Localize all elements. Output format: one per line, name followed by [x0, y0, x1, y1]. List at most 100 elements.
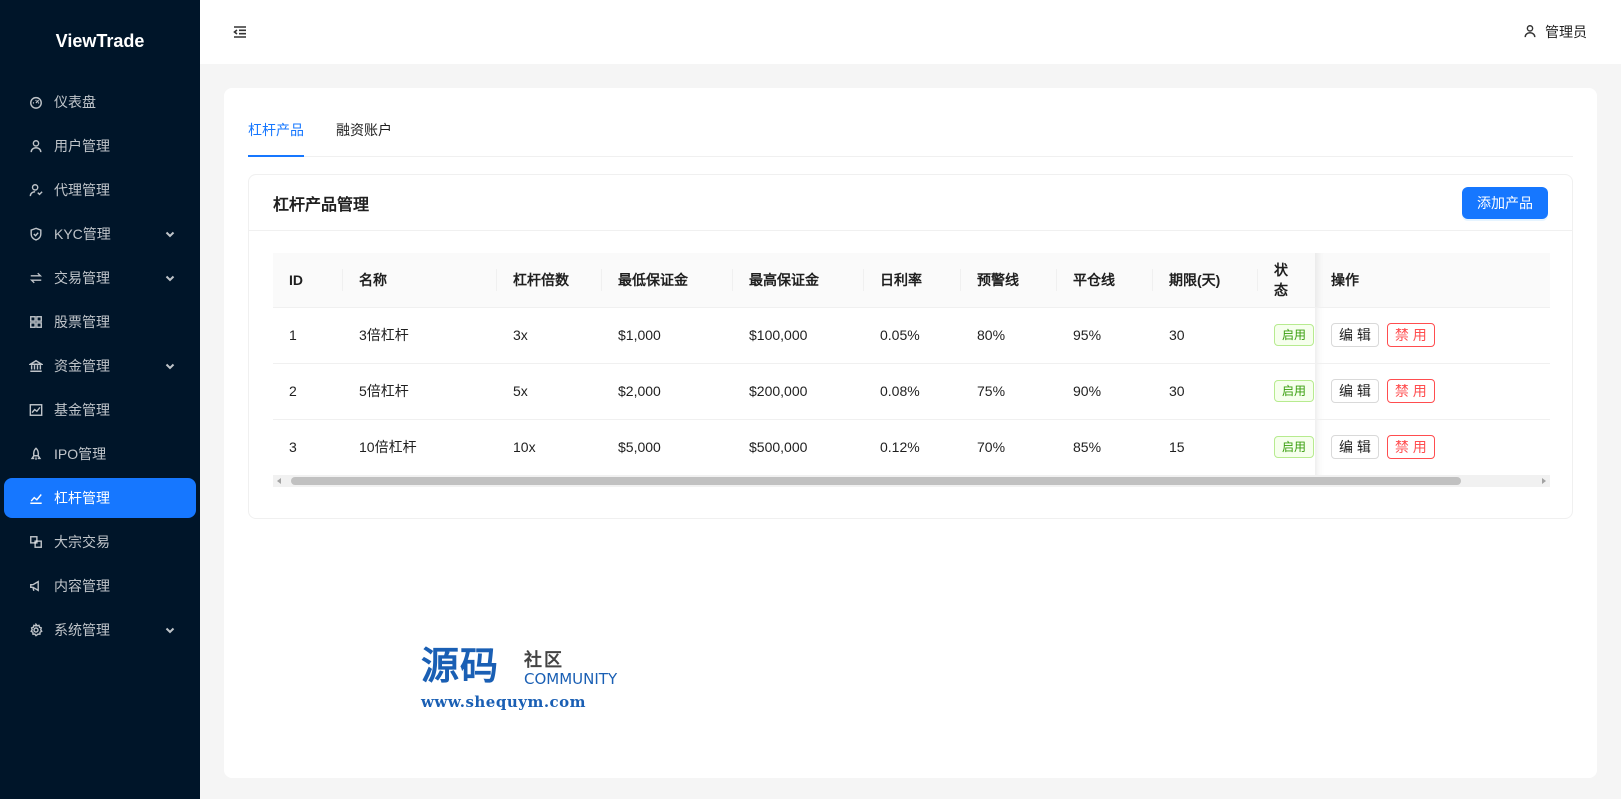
sidebar-item-label: KYC管理: [54, 226, 111, 242]
cell-actions: 编 辑禁 用: [1315, 363, 1550, 420]
sidebar: ViewTrade 仪表盘用户管理代理管理 KYC管理交易管理股票管理资金管理基金…: [0, 0, 200, 799]
cell-liquidation: 95%: [1057, 307, 1153, 364]
status-badge: 启用: [1274, 324, 1315, 346]
sidebar-item-8[interactable]: IPO管理: [4, 434, 196, 474]
leverage-product-card: 杠杆产品管理 添加产品 ID 名称 杠杆倍数 最低保证金 最高保证金 日利率 预警线 平仓线期…: [248, 174, 1573, 519]
edit-button[interactable]: 编 辑: [1331, 323, 1379, 347]
settings-icon: [28, 622, 44, 638]
cell-id: 3: [273, 419, 343, 476]
sidebar-item-12[interactable]: 系统管理: [4, 610, 196, 650]
sidebar-item-label: 资金管理: [54, 358, 110, 374]
sidebar-item-label: 仪表盘: [54, 94, 96, 110]
cell-min-margin: $2,000: [602, 363, 733, 420]
cell-liquidation: 90%: [1057, 363, 1153, 420]
sidebar-item-label: 内容管理: [54, 578, 110, 594]
cell-warning: 75%: [961, 363, 1057, 420]
cell-status: 启用: [1258, 363, 1315, 420]
sidebar-item-label: 大宗交易: [54, 534, 110, 550]
cell-term: 30: [1153, 363, 1258, 420]
column-header: 最高保证金: [733, 253, 864, 308]
edit-button[interactable]: 编 辑: [1331, 379, 1379, 403]
disable-button[interactable]: 禁 用: [1386, 323, 1435, 347]
watermark-big-text: 源码: [421, 643, 500, 688]
cell-min-margin: $1,000: [602, 307, 733, 364]
rocket-icon: [28, 446, 44, 462]
cell-name: 5倍杠杆: [343, 363, 497, 420]
status-badge: 启用: [1274, 436, 1315, 458]
sidebar-item-label: 交易管理: [54, 270, 110, 286]
sidebar-item-label: 基金管理: [54, 402, 110, 418]
sidebar-item-4[interactable]: 交易管理: [4, 258, 196, 298]
add-product-button[interactable]: 添加产品: [1462, 186, 1548, 219]
dashboard-icon: [28, 94, 44, 110]
sidebar-item-3[interactable]: KYC管理: [4, 214, 196, 254]
edit-button[interactable]: 编 辑: [1331, 435, 1379, 459]
grid-icon: [28, 314, 44, 330]
cell-leverage: 10x: [497, 419, 602, 476]
menu-fold-icon[interactable]: [232, 23, 250, 41]
column-header: 杠杆倍数: [497, 253, 602, 308]
sidebar-item-0[interactable]: 仪表盘: [4, 82, 196, 122]
user-menu[interactable]: 管理员: [1523, 22, 1587, 42]
sidebar-item-1[interactable]: 用户管理: [4, 126, 196, 166]
sidebar-item-11[interactable]: 内容管理: [4, 566, 196, 606]
cell-id: 2: [273, 363, 343, 420]
cell-warning: 80%: [961, 307, 1057, 364]
cell-daily-rate: 0.05%: [864, 307, 961, 364]
user-icon: [28, 138, 44, 154]
cell-term: 15: [1153, 419, 1258, 476]
cell-status: 启用: [1258, 419, 1315, 476]
scroll-left-icon[interactable]: [277, 478, 281, 484]
tab-margin-accounts[interactable]: 融资账户: [336, 120, 392, 156]
sidebar-item-7[interactable]: 基金管理: [4, 390, 196, 430]
cell-warning: 70%: [961, 419, 1057, 476]
cell-max-margin: $500,000: [733, 419, 864, 476]
chevron-down-icon: [164, 228, 176, 240]
sidebar-item-6[interactable]: 资金管理: [4, 346, 196, 386]
cell-actions: 编 辑禁 用: [1315, 419, 1550, 476]
table-header-row: ID 名称 杠杆倍数 最低保证金 最高保证金 日利率 预警线 平仓线 期限(天) 状态 操作: [273, 253, 1550, 308]
cell-daily-rate: 0.12%: [864, 419, 961, 476]
swap-icon: [28, 270, 44, 286]
top-header: 管理员: [200, 0, 1621, 64]
chevron-down-icon: [164, 360, 176, 372]
cell-status: 启用: [1258, 307, 1315, 364]
cell-min-margin: $5,000: [602, 419, 733, 476]
user-icon: [1523, 24, 1539, 40]
cell-daily-rate: 0.08%: [864, 363, 961, 420]
sidebar-item-label: 股票管理: [54, 314, 110, 330]
column-header: 平仓线: [1057, 253, 1153, 308]
cell-actions: 编 辑禁 用: [1315, 307, 1550, 364]
card-title: 杠杆产品管理: [273, 196, 370, 214]
line-chart-icon: [28, 490, 44, 506]
scroll-right-icon[interactable]: [1542, 478, 1546, 484]
horizontal-scrollbar[interactable]: [273, 475, 1550, 487]
watermark-small-text: 社区: [524, 650, 564, 671]
table-row: 2 5倍杠杆 5x $2,000 $200,000 0.08% 75% 90% 30 启用编 辑禁…: [273, 363, 1550, 420]
tab-leverage-products[interactable]: 杠杆产品: [248, 120, 304, 157]
agent-icon: [28, 182, 44, 198]
watermark-community-text: COMMUNITY: [524, 670, 618, 688]
sidebar-item-label: 用户管理: [54, 138, 110, 154]
column-header: 期限(天): [1153, 253, 1258, 308]
sidebar-item-9[interactable]: 杠杆管理: [4, 478, 196, 518]
cell-id: 1: [273, 307, 343, 364]
disable-button[interactable]: 禁 用: [1386, 435, 1435, 459]
disable-button[interactable]: 禁 用: [1386, 379, 1435, 403]
column-header: 最低保证金: [602, 253, 733, 308]
table-row: 3 10倍杠杆 10x $5,000 $500,000 0.12% 70% 85% 15 启用编 …: [273, 419, 1550, 476]
chevron-down-icon: [164, 624, 176, 636]
app-logo[interactable]: ViewTrade: [0, 0, 200, 82]
sidebar-item-10[interactable]: 大宗交易: [4, 522, 196, 562]
status-badge: 启用: [1274, 380, 1315, 402]
sidebar-item-label: 代理管理: [54, 182, 110, 198]
sidebar-item-2[interactable]: 代理管理: [4, 170, 196, 210]
products-table-wrapper: ID 名称 杠杆倍数 最低保证金 最高保证金 日利率 预警线 平仓线 期限(天) 状态 操作 1 3倍…: [273, 253, 1550, 488]
table-row: 1 3倍杠杆 3x $1,000 $100,000 0.05% 80% 95% 30 启用编 辑禁…: [273, 307, 1550, 364]
chevron-down-icon: [164, 272, 176, 284]
tab-bar: 杠杆产品 融资账户: [248, 120, 1573, 157]
watermark-logo: 源码 社区 COMMUNITY www.shequym.com: [421, 645, 621, 715]
scrollbar-thumb[interactable]: [291, 477, 1461, 485]
sidebar-item-5[interactable]: 股票管理: [4, 302, 196, 342]
fund-chart-icon: [28, 402, 44, 418]
